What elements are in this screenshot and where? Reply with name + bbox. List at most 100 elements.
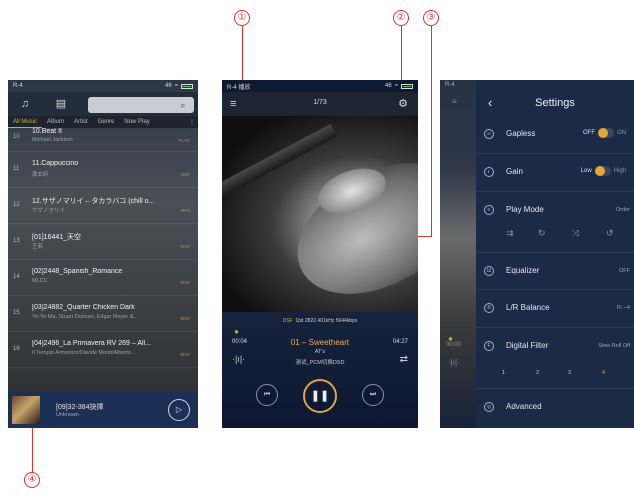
callout-2: ② bbox=[393, 10, 409, 26]
filter-icon: F bbox=[484, 341, 494, 351]
favorite-icon[interactable]: ✸ bbox=[234, 329, 239, 336]
album-art-thumbnail[interactable] bbox=[12, 396, 40, 424]
player-screen: R-4 播放 46 ≈ ≡ 1/73 ⚙ DSF 1bit 2822.401kHz… bbox=[222, 80, 418, 428]
setting-label: Equalizer bbox=[506, 266, 540, 275]
track-row[interactable]: 14 [02]2448_Spanish_Romance MLCC WAV bbox=[8, 260, 198, 296]
equalizer-wave-icon: ·|ı|· bbox=[448, 358, 460, 367]
format-badge: DSF bbox=[181, 172, 190, 177]
song-album: 测试_PCM切换DSD bbox=[295, 360, 345, 366]
setting-advanced[interactable]: ◎ Advanced bbox=[476, 388, 634, 426]
gain-icon: ◐ bbox=[484, 167, 494, 177]
setting-digital-filter[interactable]: F Digital Filter Slow Roll Off bbox=[476, 328, 634, 366]
setting-label: Digital Filter bbox=[506, 341, 549, 350]
volume-readout: 46 bbox=[385, 83, 392, 89]
track-artist: Michael Jackson bbox=[32, 137, 73, 143]
gapless-toggle[interactable]: OFF ON bbox=[583, 128, 626, 138]
tab-album[interactable]: Album bbox=[42, 116, 69, 128]
tab-all-music[interactable]: All Music bbox=[8, 116, 43, 128]
toggle-low-label: Low bbox=[580, 168, 592, 174]
player-header: ≡ 1/73 ⚙ bbox=[222, 92, 418, 116]
equalizer-icon: Ш bbox=[484, 266, 494, 276]
tab-now-play[interactable]: Now Play bbox=[119, 116, 154, 128]
music-note-icon[interactable]: ♫ bbox=[18, 97, 32, 111]
filter-option[interactable]: 1 bbox=[502, 370, 505, 376]
mini-player[interactable]: [09]32-384抉擇 Unknown ▷ bbox=[8, 392, 198, 428]
device-name: R-4 播放 bbox=[227, 84, 251, 91]
track-number: 11 bbox=[13, 166, 20, 172]
format-type: DSF bbox=[282, 318, 293, 324]
play-mode-options: ⇉ ↻ ⤨ ↺ bbox=[476, 220, 634, 250]
format-badge: WAV bbox=[180, 316, 190, 321]
previous-button[interactable]: ⏮ bbox=[256, 384, 278, 406]
repeat-one-icon[interactable]: ↺ bbox=[606, 228, 614, 239]
setting-label: L/R Balance bbox=[506, 303, 550, 312]
gain-toggle[interactable]: Low High bbox=[581, 166, 626, 176]
play-mode-icon[interactable]: ⇄ bbox=[400, 354, 408, 365]
track-artist: サザノマリイ bbox=[32, 208, 65, 214]
shuffle-icon[interactable]: ⤨ bbox=[572, 228, 579, 239]
mini-player-artist: Unknown bbox=[56, 412, 79, 418]
callout-1: ① bbox=[234, 10, 250, 26]
filter-option[interactable]: 3 bbox=[568, 370, 571, 376]
toggle-on-label: ON bbox=[617, 130, 626, 136]
toggle-off-label: OFF bbox=[583, 130, 595, 136]
toggle-switch[interactable] bbox=[594, 166, 611, 176]
setting-gain[interactable]: ◐ Gain Low High bbox=[476, 154, 634, 192]
settings-header: ‹ Settings bbox=[476, 92, 634, 116]
track-list: 10 10.Beat It Michael Jackson FLAC 11 11… bbox=[8, 128, 198, 368]
order-mode-icon[interactable]: ⇉ bbox=[506, 228, 514, 239]
wifi-icon: ≈ bbox=[394, 83, 398, 89]
next-button[interactable]: ⏭ bbox=[362, 384, 384, 406]
format-badge: MP3 bbox=[180, 208, 190, 213]
track-row[interactable]: 10 10.Beat It Michael Jackson FLAC bbox=[8, 128, 198, 152]
track-number: 12 bbox=[13, 202, 20, 208]
device-name: R-4 bbox=[445, 82, 455, 88]
song-title: 01 – Sweetheart bbox=[290, 338, 350, 347]
playback-panel: DSF 1bit 2822.401kHz 5644kbps ✸ 00:04 04… bbox=[222, 312, 418, 428]
track-row[interactable]: 15 [03]24882_Quarter Chicken Dark Yo-Yo … bbox=[8, 296, 198, 332]
advanced-icon: ◎ bbox=[484, 402, 494, 412]
library-toolbar: ♫ ▤ ⌕ bbox=[8, 92, 198, 116]
track-row[interactable]: 12 12.サザノマリイ – タカラバコ (chill o... サザノマリイ … bbox=[8, 188, 198, 224]
digital-filter-options: 1 2 3 4 bbox=[476, 364, 634, 388]
callout-3-line bbox=[431, 26, 432, 236]
wifi-icon: ≈ bbox=[174, 83, 178, 89]
toggle-switch[interactable] bbox=[598, 128, 614, 138]
equalizer-wave-icon[interactable]: ·|ı|· bbox=[232, 354, 245, 364]
track-title: [03]24882_Quarter Chicken Dark bbox=[32, 304, 135, 311]
setting-equalizer[interactable]: Ш Equalizer OFF bbox=[476, 252, 634, 290]
track-row[interactable]: 11 11.Cappuccino 蕭玄昕 DSF bbox=[8, 152, 198, 188]
setting-label: Advanced bbox=[506, 402, 542, 411]
tab-artist[interactable]: Artist bbox=[69, 116, 93, 128]
status-bar: R-4 46 ≈ bbox=[8, 80, 198, 92]
format-badge: WAV bbox=[180, 352, 190, 357]
toggle-high-label: High bbox=[613, 168, 626, 174]
setting-label: Gapless bbox=[506, 129, 536, 138]
setting-gapless[interactable]: ∞ Gapless OFF ON bbox=[476, 116, 634, 154]
filter-option-selected[interactable]: 4 bbox=[602, 370, 605, 376]
gear-icon[interactable]: ⚙ bbox=[398, 97, 408, 110]
filter-option[interactable]: 2 bbox=[536, 370, 539, 376]
format-details: 1bit 2822.401kHz 5644kbps bbox=[295, 318, 358, 324]
format-badge: WAV bbox=[180, 244, 190, 249]
track-row[interactable]: 13 [01]16441_天空 王菲 WAV bbox=[8, 224, 198, 260]
search-icon: ⌕ bbox=[180, 100, 186, 110]
track-row[interactable]: 16 [04]2496_La Primavera RV 269 – All...… bbox=[8, 332, 198, 368]
search-input[interactable]: ⌕ bbox=[88, 97, 194, 113]
album-art[interactable] bbox=[222, 116, 418, 312]
callout-4: ④ bbox=[24, 472, 40, 488]
setting-lr-balance[interactable]: B L/R Balance R: –4 bbox=[476, 290, 634, 328]
setting-value: Slow Roll Off bbox=[598, 343, 630, 349]
pause-button[interactable]: ❚❚ bbox=[303, 379, 337, 413]
track-title: [01]16441_天空 bbox=[32, 234, 82, 241]
track-number: 10 bbox=[13, 134, 20, 140]
track-number: 16 bbox=[13, 346, 20, 352]
settings-title: Settings bbox=[535, 97, 575, 109]
tab-genre[interactable]: Genre bbox=[93, 116, 120, 128]
repeat-all-icon[interactable]: ↻ bbox=[538, 228, 546, 239]
menu-icon: ≡ bbox=[452, 97, 457, 106]
play-button[interactable]: ▷ bbox=[168, 399, 190, 421]
folder-file-icon[interactable]: ▤ bbox=[54, 97, 68, 111]
battery-icon bbox=[401, 83, 413, 89]
more-menu-icon[interactable]: ⋮ bbox=[184, 116, 198, 128]
